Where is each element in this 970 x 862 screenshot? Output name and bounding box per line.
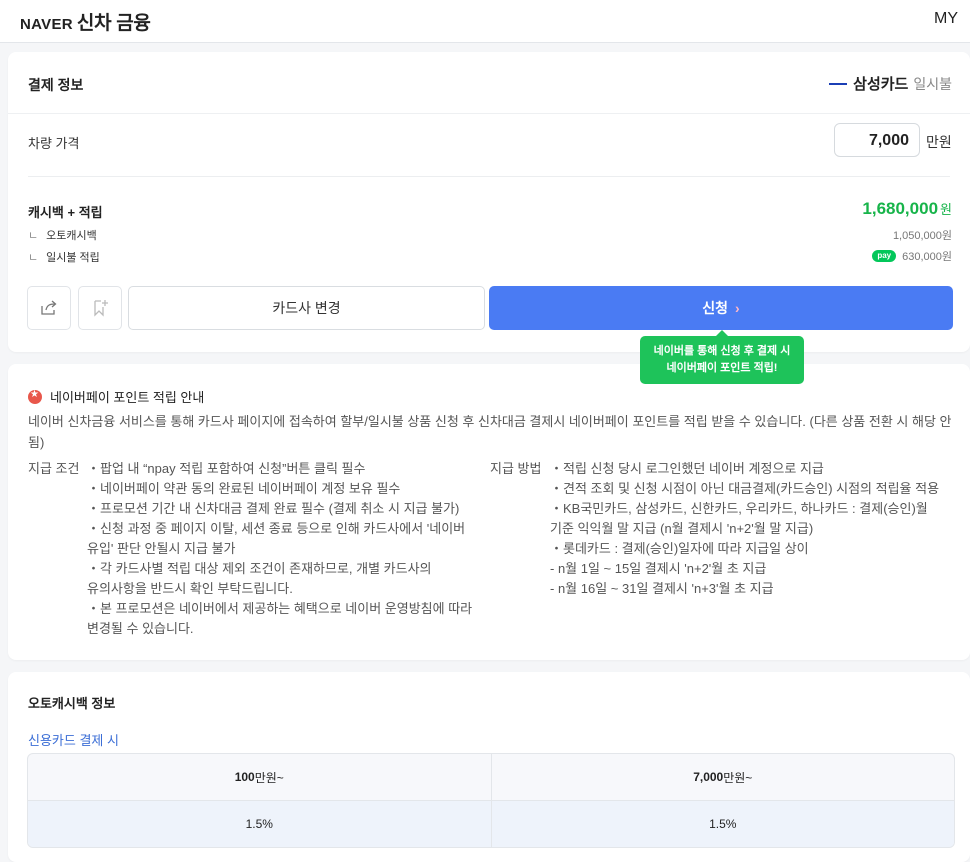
tooltip-line: 네이버를 통해 신청 후 결제 시 xyxy=(653,345,791,357)
method-item: - n월 16일 ~ 31일 결제시 'n+3'월 초 지급 xyxy=(550,581,774,596)
table-header-row: 100 만원~ 7,000 만원~ xyxy=(28,754,954,800)
share-button[interactable] xyxy=(27,286,71,330)
method-item: ・KB국민카드, 삼성카드, 신한카드, 우리카드, 하나카드 : 결제(승인)… xyxy=(550,501,928,516)
method-item: ・적립 신청 당시 로그인했던 네이버 계정으로 지급 xyxy=(550,461,824,476)
condition-item: ・각 카드사별 적립 대상 제외 조건이 존재하므로, 개별 카드사의 xyxy=(87,561,432,576)
lumpsum-row: ㄴ 일시불 적립 xyxy=(28,249,100,265)
condition-list: ・팝업 내 “npay 적립 포함하여 신청”버튼 클릭 필수 ・네이버페이 약… xyxy=(87,459,472,639)
condition-item: ・신청 과정 중 페이지 이탈, 세션 종료 등으로 인해 카드사에서 '네이버 xyxy=(87,521,466,536)
chevron-right-icon: › xyxy=(735,300,740,316)
auto-cashback-label: 오토캐시백 xyxy=(46,230,97,242)
condition-label: 지급 조건 xyxy=(28,461,80,476)
rate-cell: 1.5% xyxy=(245,817,273,831)
divider xyxy=(28,176,950,177)
table-header-cell: 100 만원~ xyxy=(28,754,491,800)
credit-card-subtitle: 신용카드 결제 시 xyxy=(28,733,119,748)
method-item: ・롯데카드 : 결제(승인)일자에 따라 지급일 상이 xyxy=(550,541,809,556)
guide-title-row: 네이버페이 포인트 적립 안내 xyxy=(28,387,204,406)
npay-point-guide-card: 네이버페이 포인트 적립 안내 네이버 신차금융 서비스를 통해 카드사 페이지… xyxy=(8,364,970,660)
service-logo[interactable]: NAVER 신차 금융 xyxy=(20,8,151,35)
method-item: - n월 1일 ~ 15일 결제시 'n+2'월 초 지급 xyxy=(550,561,767,576)
service-title: 신차 금융 xyxy=(76,13,151,34)
condition-item: ・프로모션 기간 내 신차대금 결제 완료 필수 (결제 취소 시 지급 불가) xyxy=(87,501,460,516)
header-amount: 7,000 xyxy=(693,770,724,784)
payment-info-title: 결제 정보 xyxy=(28,77,84,93)
condition-item: ・본 프로모션은 네이버에서 제공하는 혜택으로 네이버 운영방침에 따라 xyxy=(87,601,473,616)
condition-item: 변경될 수 있습니다. xyxy=(87,621,194,636)
method-item: 기준 익익월 말 지급 (n월 결제시 'n+2'월 말 지급) xyxy=(550,521,814,536)
apply-button-label: 신청 xyxy=(702,300,729,316)
selected-card: 삼성카드 일시불 xyxy=(829,73,952,94)
lumpsum-amount: 630,000원 xyxy=(902,251,952,263)
auto-cashback-amount: 1,050,000원 xyxy=(892,230,952,242)
vehicle-price-unit: 만원 xyxy=(926,134,952,150)
cashback-total-unit: 원 xyxy=(940,202,952,217)
payment-info-card: 결제 정보 삼성카드 일시불 차량 가격 7,000 만원 캐시백 + 적립 1… xyxy=(8,52,970,352)
my-menu-button[interactable]: MY xyxy=(934,10,958,28)
header-unit: 만원~ xyxy=(254,770,284,785)
guide-title: 네이버페이 포인트 적립 안내 xyxy=(50,390,205,405)
npay-tooltip: 네이버를 통해 신청 후 결제 시 네이버페이 포인트 적립! xyxy=(640,330,804,384)
rate-cell: 1.5% xyxy=(490,801,955,847)
condition-item: ・네이버페이 약관 동의 완료된 네이버페이 계정 보유 필수 xyxy=(87,481,401,496)
guide-description: 네이버 신차금융 서비스를 통해 카드사 페이지에 접속하여 할부/일시불 상품… xyxy=(28,414,952,450)
table-row: 1.5% 1.5% xyxy=(28,800,954,847)
samsung-card-logo-icon xyxy=(829,80,848,88)
lumpsum-label: 일시불 적립 xyxy=(46,252,100,264)
apply-button[interactable]: 신청 › xyxy=(489,286,953,330)
card-name: 삼성카드 xyxy=(853,76,909,93)
cashback-total-value: 1,680,000 xyxy=(862,199,939,218)
vehicle-price-input[interactable]: 7,000 xyxy=(834,123,920,157)
condition-item: ・팝업 내 “npay 적립 포함하여 신청”버튼 클릭 필수 xyxy=(87,461,366,476)
cashback-rate-table: 100 만원~ 7,000 만원~ 1.5% 1.5% xyxy=(27,753,955,848)
header-unit: 만원~ xyxy=(723,770,753,785)
auto-cashback-card: 오토캐시백 정보 신용카드 결제 시 100 만원~ 7,000 만원~ 1.5% … xyxy=(8,672,970,862)
point-badge-icon xyxy=(28,389,42,404)
cashback-title: 캐시백 + 적립 xyxy=(28,205,103,220)
bookmark-add-icon xyxy=(94,300,108,317)
share-icon xyxy=(41,300,57,315)
auto-cashback-title: 오토캐시백 정보 xyxy=(28,696,116,711)
method-label: 지급 방법 xyxy=(490,461,542,476)
lumpsum-amount-row: pay 630,000원 xyxy=(872,248,952,264)
condition-item: 유입' 판단 안될시 지급 불가 xyxy=(87,541,236,556)
auto-cashback-row: ㄴ 오토캐시백 xyxy=(28,227,97,243)
npay-badge: pay xyxy=(872,250,897,262)
bookmark-button[interactable] xyxy=(78,286,122,330)
cashback-total: 1,680,000 원 xyxy=(862,199,952,219)
method-list: ・적립 신청 당시 로그인했던 네이버 계정으로 지급 ・견적 조회 및 신청 … xyxy=(550,459,939,599)
pay-type: 일시불 xyxy=(913,75,952,92)
header-amount: 100 xyxy=(234,770,255,784)
naver-logo: NAVER xyxy=(20,16,73,33)
divider xyxy=(8,113,970,114)
sub-item-arrow-icon: ㄴ xyxy=(28,252,39,264)
vehicle-price-label: 차량 가격 xyxy=(28,136,80,151)
sub-item-arrow-icon: ㄴ xyxy=(28,230,39,242)
tooltip-line: 네이버페이 포인트 적립! xyxy=(666,362,778,374)
table-header-cell: 7,000 만원~ xyxy=(490,754,955,800)
change-card-button[interactable]: 카드사 변경 xyxy=(128,286,485,330)
top-bar: NAVER 신차 금융 MY xyxy=(0,0,970,43)
condition-item: 유의사항을 반드시 확인 부탁드립니다. xyxy=(87,581,293,596)
method-item: ・견적 조회 및 신청 시점이 아닌 대금결제(카드승인) 시점의 적립율 적용 xyxy=(550,481,940,496)
